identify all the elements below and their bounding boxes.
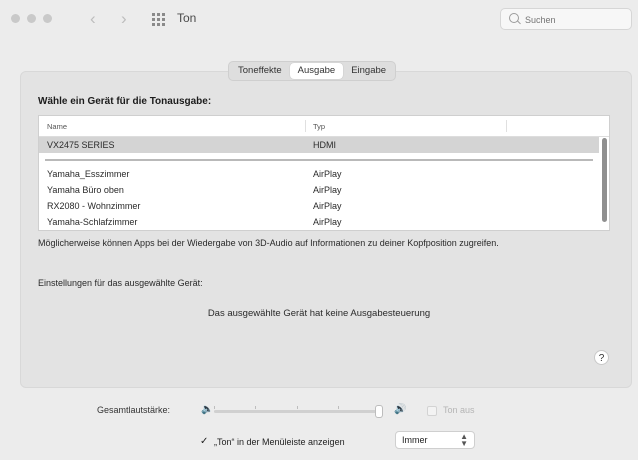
column-separator: [506, 120, 507, 132]
slider-tick: [214, 406, 215, 409]
device-type: HDMI: [313, 140, 336, 150]
search-field[interactable]: [500, 8, 632, 30]
output-heading: Wähle ein Gerät für die Tonausgabe:: [38, 96, 212, 107]
tab-ausgabe[interactable]: Ausgabe: [289, 63, 344, 79]
search-input[interactable]: [523, 12, 627, 28]
device-name: Yamaha-Schlafzimmer: [47, 217, 138, 227]
tab-bar: Toneffekte Ausgabe Eingabe: [228, 61, 397, 81]
table-row[interactable]: Yamaha_Esszimmer AirPlay: [39, 166, 599, 182]
volume-slider[interactable]: [214, 405, 383, 418]
title-bar: ‹ › Ton: [0, 0, 638, 40]
table-row[interactable]: RX2080 - Wohnzimmer AirPlay: [39, 198, 599, 214]
table-header: Name Typ: [39, 116, 609, 137]
device-type: AirPlay: [313, 217, 342, 227]
speaker-high-icon: 🔊: [394, 404, 407, 415]
magnifier-icon: [509, 13, 519, 23]
mute-label: Ton aus: [443, 405, 475, 415]
mute-checkbox[interactable]: [427, 406, 437, 416]
table-row[interactable]: Yamaha-Schlafzimmer AirPlay: [39, 214, 599, 230]
volume-slider-knob[interactable]: [375, 405, 383, 418]
popup-value: Immer: [402, 435, 428, 445]
device-name: RX2080 - Wohnzimmer: [47, 201, 141, 211]
chevron-left-icon[interactable]: ‹: [90, 9, 96, 29]
tab-eingabe[interactable]: Eingabe: [343, 63, 394, 79]
column-separator: [305, 120, 306, 132]
device-table: Name Typ VX2475 SERIES HDMI Yamaha_Esszi…: [38, 115, 610, 231]
slider-tick: [338, 406, 339, 409]
show-in-menubar-label: „Ton“ in der Menüleiste anzeigen: [214, 437, 345, 447]
scrollbar-thumb[interactable]: [602, 138, 607, 222]
window-title: Ton: [177, 11, 197, 25]
column-name[interactable]: Name: [47, 122, 67, 131]
no-output-control-message: Das ausgewählte Gerät hat keine Ausgabes…: [207, 308, 431, 319]
device-name: Yamaha Büro oben: [47, 185, 124, 195]
table-row[interactable]: VX2475 SERIES HDMI: [39, 137, 599, 153]
device-type: AirPlay: [313, 169, 342, 179]
device-name: VX2475 SERIES: [47, 140, 115, 150]
device-name: Yamaha_Esszimmer: [47, 169, 130, 179]
close-window-button[interactable]: [11, 14, 20, 23]
minimize-window-button[interactable]: [27, 14, 36, 23]
device-type: AirPlay: [313, 201, 342, 211]
table-row[interactable]: Yamaha Büro oben AirPlay: [39, 182, 599, 198]
chevron-right-icon[interactable]: ›: [121, 9, 127, 29]
volume-label: Gesamtlautstärke:: [97, 405, 171, 415]
grid-icon[interactable]: [152, 13, 165, 26]
tab-toneffekte[interactable]: Toneffekte: [230, 63, 290, 79]
device-settings-label: Einstellungen für das ausgewählte Gerät:: [38, 278, 203, 288]
help-button[interactable]: ?: [594, 350, 609, 365]
show-in-menubar-checkbox[interactable]: ✓: [200, 436, 208, 447]
table-divider: [45, 159, 593, 161]
menubar-visibility-popup[interactable]: Immer ▲ ▼: [395, 431, 475, 449]
slider-tick: [255, 406, 256, 409]
popup-arrows-icon: ▲ ▼: [460, 432, 468, 448]
slider-tick: [297, 406, 298, 409]
zoom-window-button[interactable]: [43, 14, 52, 23]
spatial-audio-note: Möglicherweise können Apps bei der Wiede…: [38, 238, 499, 248]
device-type: AirPlay: [313, 185, 342, 195]
column-type[interactable]: Typ: [313, 122, 325, 131]
speaker-low-icon: 🔈: [201, 404, 214, 415]
